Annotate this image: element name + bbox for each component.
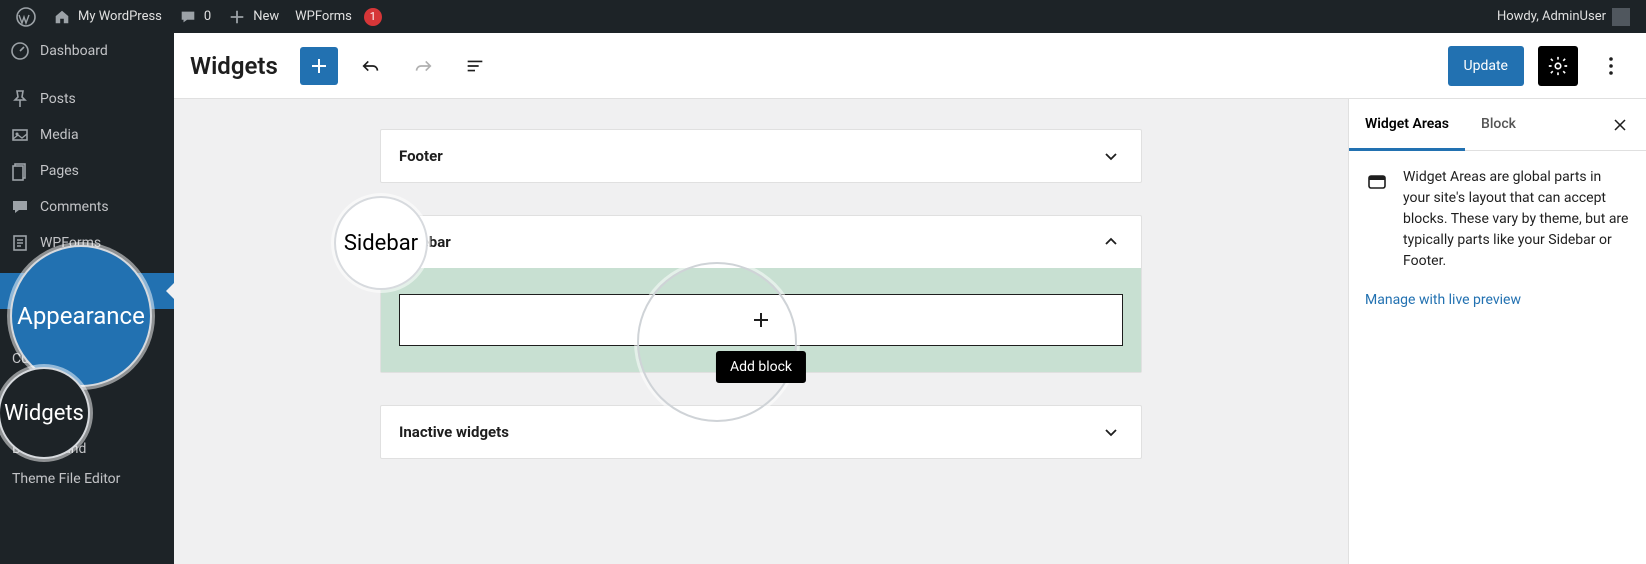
add-block-tooltip: Add block (716, 351, 806, 383)
widget-area-sidebar-body: Add block (381, 268, 1141, 372)
comments-link[interactable]: 0 (170, 0, 219, 33)
redo-button[interactable] (404, 47, 442, 85)
comment-icon (178, 7, 198, 27)
sidebar-item-label: Appearance (40, 283, 114, 299)
user-menu[interactable]: Howdy, AdminUser (1489, 0, 1638, 33)
chevron-down-icon (1099, 420, 1123, 444)
pin-icon (10, 89, 30, 109)
sidebar-item-label: Posts (40, 91, 76, 107)
plus-icon (227, 7, 247, 27)
wpforms-label: WPForms (295, 9, 352, 24)
submenu-item-themes[interactable]: Themes (0, 314, 174, 344)
sidebar-item-label: Pages (40, 163, 79, 179)
widget-area-sidebar-header[interactable]: Sidebar (381, 216, 1141, 268)
sidebar-item-comments[interactable]: Comments (0, 189, 174, 225)
close-panel-button[interactable] (1594, 115, 1646, 135)
submenu-item-menus[interactable]: Menus (0, 404, 174, 434)
sidebar-item-label: Dashboard (40, 43, 108, 59)
area-title: Footer (399, 147, 443, 165)
wpforms-badge: 1 (364, 8, 382, 26)
widget-area-footer: Footer (380, 129, 1142, 183)
tab-block[interactable]: Block (1465, 100, 1532, 151)
widget-area-inactive-header[interactable]: Inactive widgets (381, 406, 1141, 458)
sidebar-item-dashboard[interactable]: Dashboard (0, 33, 174, 69)
sidebar-item-wpforms[interactable]: WPForms (0, 225, 174, 261)
sidebar-item-pages[interactable]: Pages (0, 153, 174, 189)
widget-area-sidebar: Sidebar Add block (380, 215, 1142, 373)
widget-areas-icon (1365, 170, 1389, 194)
block-appender[interactable]: Add block (399, 294, 1123, 346)
area-title: Sidebar (399, 233, 451, 251)
sidebar-item-label: WPForms (40, 235, 101, 251)
add-block-button[interactable] (300, 47, 338, 85)
manage-live-preview-link[interactable]: Manage with live preview (1365, 292, 1630, 308)
submenu-item-widgets[interactable]: Widgets (0, 374, 174, 404)
close-icon (1610, 115, 1630, 135)
brush-icon (10, 281, 30, 301)
new-link[interactable]: New (219, 0, 287, 33)
submenu-item-background[interactable]: Background (0, 434, 174, 464)
sidebar-item-posts[interactable]: Posts (0, 81, 174, 117)
page-title: Widgets (190, 52, 278, 80)
comment-icon (10, 197, 30, 217)
widget-area-footer-header[interactable]: Footer (381, 130, 1141, 182)
settings-tabs: Widget Areas Block (1349, 99, 1646, 151)
kebab-icon (1599, 54, 1623, 78)
form-icon (10, 233, 30, 253)
media-icon (10, 125, 30, 145)
howdy-label: Howdy, AdminUser (1497, 9, 1606, 24)
avatar (1612, 8, 1630, 26)
wp-logo[interactable] (8, 0, 44, 33)
sidebar-item-label: Comments (40, 199, 109, 215)
admin-sidebar: Dashboard Posts Media Pages Comments WPF… (0, 33, 174, 564)
wpforms-link[interactable]: WPForms 1 (287, 0, 390, 33)
submenu-item-theme-file-editor[interactable]: Theme File Editor (0, 464, 174, 494)
submenu-item-customize[interactable]: Customize (0, 344, 174, 374)
settings-button[interactable] (1538, 46, 1578, 86)
list-view-button[interactable] (456, 47, 494, 85)
area-title: Inactive widgets (399, 423, 509, 441)
sidebar-item-label: Media (40, 127, 79, 143)
chevron-up-icon (1099, 230, 1123, 254)
chevron-down-icon (1099, 144, 1123, 168)
widget-area-inactive: Inactive widgets (380, 405, 1142, 459)
admin-bar: My WordPress 0 New WPForms 1 Howdy, Admi… (0, 0, 1646, 33)
new-label: New (253, 9, 279, 24)
wordpress-icon (16, 7, 36, 27)
appearance-submenu: Themes Customize Widgets Menus Backgroun… (0, 309, 174, 504)
widgets-canvas: Footer Sidebar Add block Inactive widge (174, 99, 1348, 564)
comments-count: 0 (204, 9, 211, 24)
page-icon (10, 161, 30, 181)
update-label: Update (1464, 58, 1508, 74)
sidebar-item-media[interactable]: Media (0, 117, 174, 153)
plus-icon (749, 308, 773, 332)
site-name-label: My WordPress (78, 9, 162, 24)
undo-button[interactable] (352, 47, 390, 85)
home-icon (52, 7, 72, 27)
sidebar-item-appearance[interactable]: Appearance (0, 273, 174, 309)
update-button[interactable]: Update (1448, 46, 1524, 86)
settings-panel: Widget Areas Block Widget Areas are glob… (1348, 99, 1646, 564)
widget-areas-description: Widget Areas are global parts in your si… (1403, 167, 1630, 272)
gear-icon (1547, 55, 1569, 77)
more-options-button[interactable] (1592, 46, 1630, 86)
tab-widget-areas[interactable]: Widget Areas (1349, 100, 1465, 151)
dashboard-icon (10, 41, 30, 61)
site-name[interactable]: My WordPress (44, 0, 170, 33)
editor-header: Widgets Update (174, 33, 1646, 99)
